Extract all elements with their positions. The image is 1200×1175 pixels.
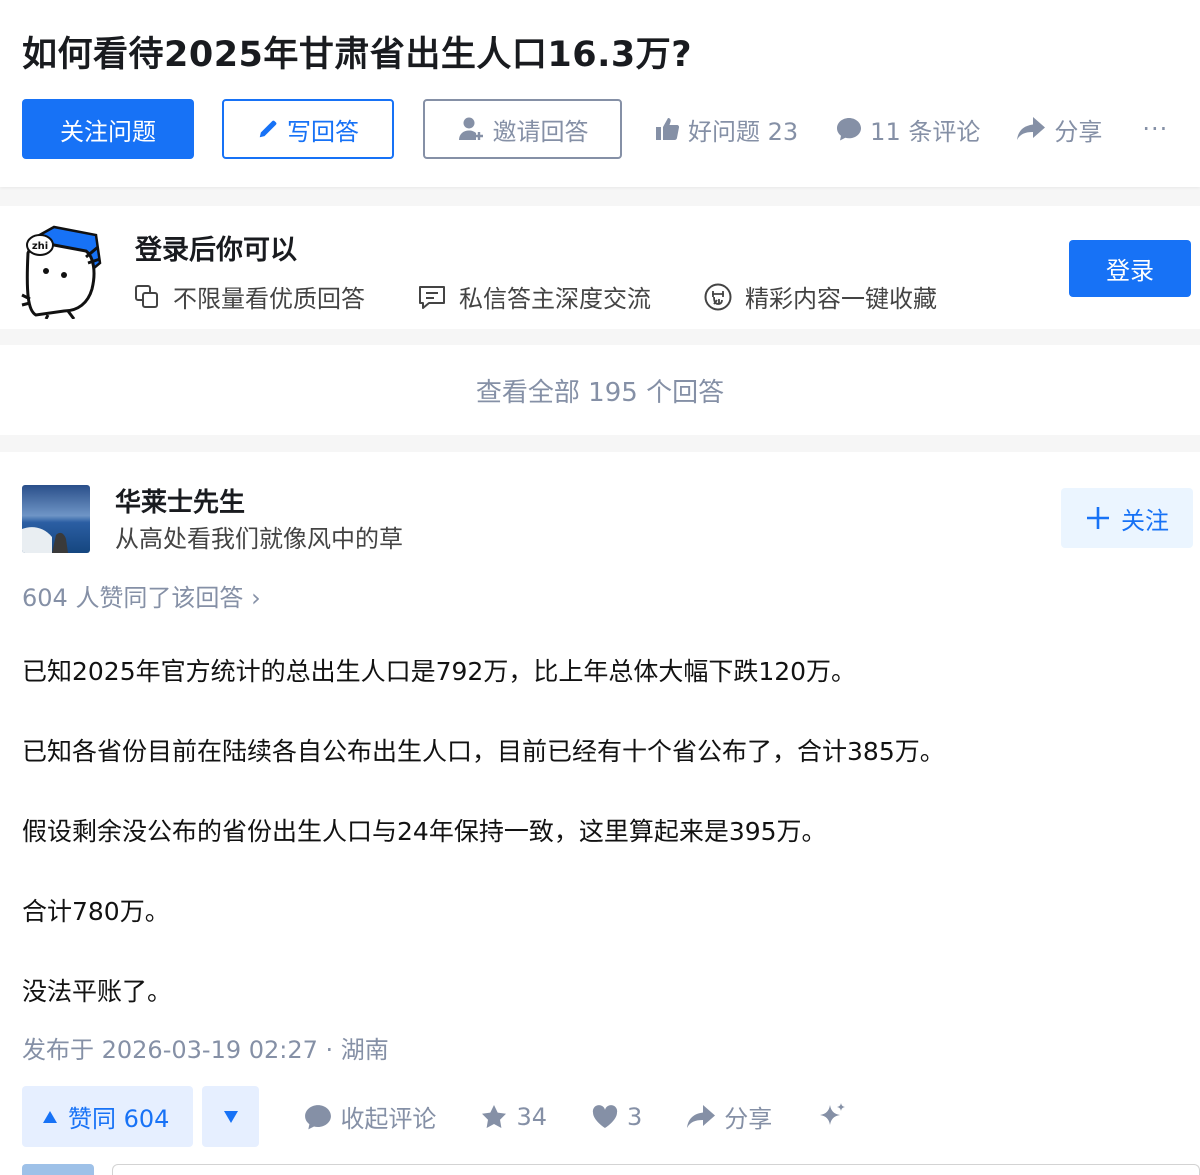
star-icon (482, 1104, 507, 1128)
answer-paragraph: 已知2025年官方统计的总出生人口是792万，比上年总体大幅下跌120万。 (22, 657, 857, 686)
answer-paragraph: 没法平账了。 (22, 977, 173, 1006)
benefit-favorite-label: 精彩内容一键收藏 (745, 285, 937, 313)
plus-icon (1087, 507, 1109, 529)
question-actions: 关注问题 写回答 邀请回答 好问题 23 11 条评论 分享 ··· (22, 99, 1168, 159)
copy-icon (135, 284, 158, 308)
message-icon (419, 285, 445, 309)
ai-sparkle-button[interactable] (816, 1101, 856, 1133)
question-comments-button[interactable]: 11 条评论 (836, 112, 980, 147)
more-options-label: ··· (1142, 115, 1169, 143)
login-promo-title: 登录后你可以 (135, 235, 297, 266)
benefit-unlimited-label: 不限量看优质回答 (173, 285, 365, 313)
author-bio: 从高处看我们就像风中的草 (115, 525, 403, 553)
question-share-label: 分享 (1054, 117, 1103, 146)
answer-share-button[interactable]: 分享 (686, 1099, 772, 1134)
good-question-button[interactable]: 好问题 23 (654, 112, 798, 147)
answer-share-label: 分享 (724, 1105, 773, 1133)
login-promo-card: zhi 登录后你可以 不限量看优质回答 私信答主深度交流 精彩内容一键收藏 登录 (0, 206, 1200, 329)
good-question-label: 好问题 23 (688, 117, 799, 146)
commenter-avatar (22, 1164, 94, 1175)
collapse-comments-label: 收起评论 (340, 1105, 437, 1133)
sparkle-icon (820, 1102, 846, 1125)
comment-input-box[interactable] (112, 1164, 1200, 1175)
share-arrow-icon (1017, 117, 1046, 140)
answer-paragraph: 已知各省份目前在陆续各自公布出生人口，目前已经有十个省公布了，合计385万。 (22, 737, 945, 766)
favorite-count: 34 (516, 1102, 547, 1131)
answer-content: 已知2025年官方统计的总出生人口是792万，比上年总体大幅下跌120万。 已知… (22, 652, 1182, 1052)
invite-answer-label: 邀请回答 (492, 117, 589, 146)
collapse-comments-button[interactable]: 收起评论 (304, 1099, 436, 1134)
login-benefits: 不限量看优质回答 私信答主深度交流 精彩内容一键收藏 (133, 279, 937, 314)
answer-actions: 赞同 604 收起评论 34 3 分享 (22, 1086, 856, 1147)
publish-time: 发布于 2026-03-19 02:27 · 湖南 (22, 1036, 389, 1064)
invite-answer-button[interactable]: 邀请回答 (423, 99, 622, 159)
benefit-favorite: 精彩内容一键收藏 (703, 279, 937, 314)
downvote-button[interactable] (202, 1086, 260, 1147)
triangle-up-icon (43, 1110, 57, 1123)
voters-link[interactable]: 604 人赞同了该回答 › (22, 578, 261, 613)
like-button[interactable]: 3 (591, 1103, 642, 1131)
benefit-unlimited: 不限量看优质回答 (133, 279, 365, 314)
upvote-label: 赞同 604 (68, 1105, 170, 1133)
invite-user-icon (458, 117, 483, 140)
answer-card: 华莱士先生 从高处看我们就像风中的草 关注 604 人赞同了该回答 › 已知20… (0, 452, 1200, 1175)
write-answer-button[interactable]: 写回答 (222, 99, 394, 159)
view-all-answers-link[interactable]: 查看全部 195 个回答 (476, 372, 724, 409)
view-all-answers-card: 查看全部 195 个回答 (0, 345, 1200, 435)
author-avatar[interactable] (22, 485, 90, 553)
mascot-label: zhi (32, 241, 48, 252)
favorite-button[interactable]: 34 (480, 1103, 547, 1131)
follow-question-button[interactable]: 关注问题 (22, 99, 194, 159)
more-options-button[interactable]: ··· (1142, 115, 1168, 143)
answer-paragraph: 合计780万。 (22, 897, 170, 926)
comment-bubble-icon (837, 118, 862, 141)
login-button-label: 登录 (1106, 257, 1154, 285)
write-answer-label: 写回答 (287, 117, 359, 146)
question-comments-label: 11 条评论 (870, 117, 981, 146)
answer-paragraph: 假设剩余没公布的省份出生人口与24年保持一致，这里算起来是395万。 (22, 817, 827, 846)
favorite-icon (704, 283, 732, 310)
avatar-image (22, 485, 90, 553)
benefit-message-label: 私信答主深度交流 (459, 285, 651, 313)
comment-bubble-icon (305, 1104, 332, 1129)
follow-author-button[interactable]: 关注 (1061, 488, 1193, 548)
follow-author-label: 关注 (1121, 506, 1169, 535)
upvote-button[interactable]: 赞同 604 (22, 1086, 194, 1147)
zhihu-mascot-icon: zhi (21, 225, 102, 319)
author-name[interactable]: 华莱士先生 (115, 482, 245, 519)
question-share-button[interactable]: 分享 (1016, 112, 1102, 147)
login-button[interactable]: 登录 (1069, 240, 1191, 297)
follow-question-label: 关注问题 (60, 117, 156, 146)
question-title: 如何看待2025年甘肃省出生人口16.3万? (22, 35, 693, 75)
thumb-up-icon (656, 118, 680, 141)
like-count: 3 (626, 1102, 643, 1131)
question-header: 如何看待2025年甘肃省出生人口16.3万? 关注问题 写回答 邀请回答 好问题… (0, 0, 1200, 187)
heart-icon (592, 1104, 618, 1128)
benefit-message: 私信答主深度交流 (417, 279, 651, 314)
share-arrow-icon (687, 1104, 716, 1128)
triangle-down-icon (223, 1110, 238, 1123)
pencil-icon (259, 120, 277, 138)
